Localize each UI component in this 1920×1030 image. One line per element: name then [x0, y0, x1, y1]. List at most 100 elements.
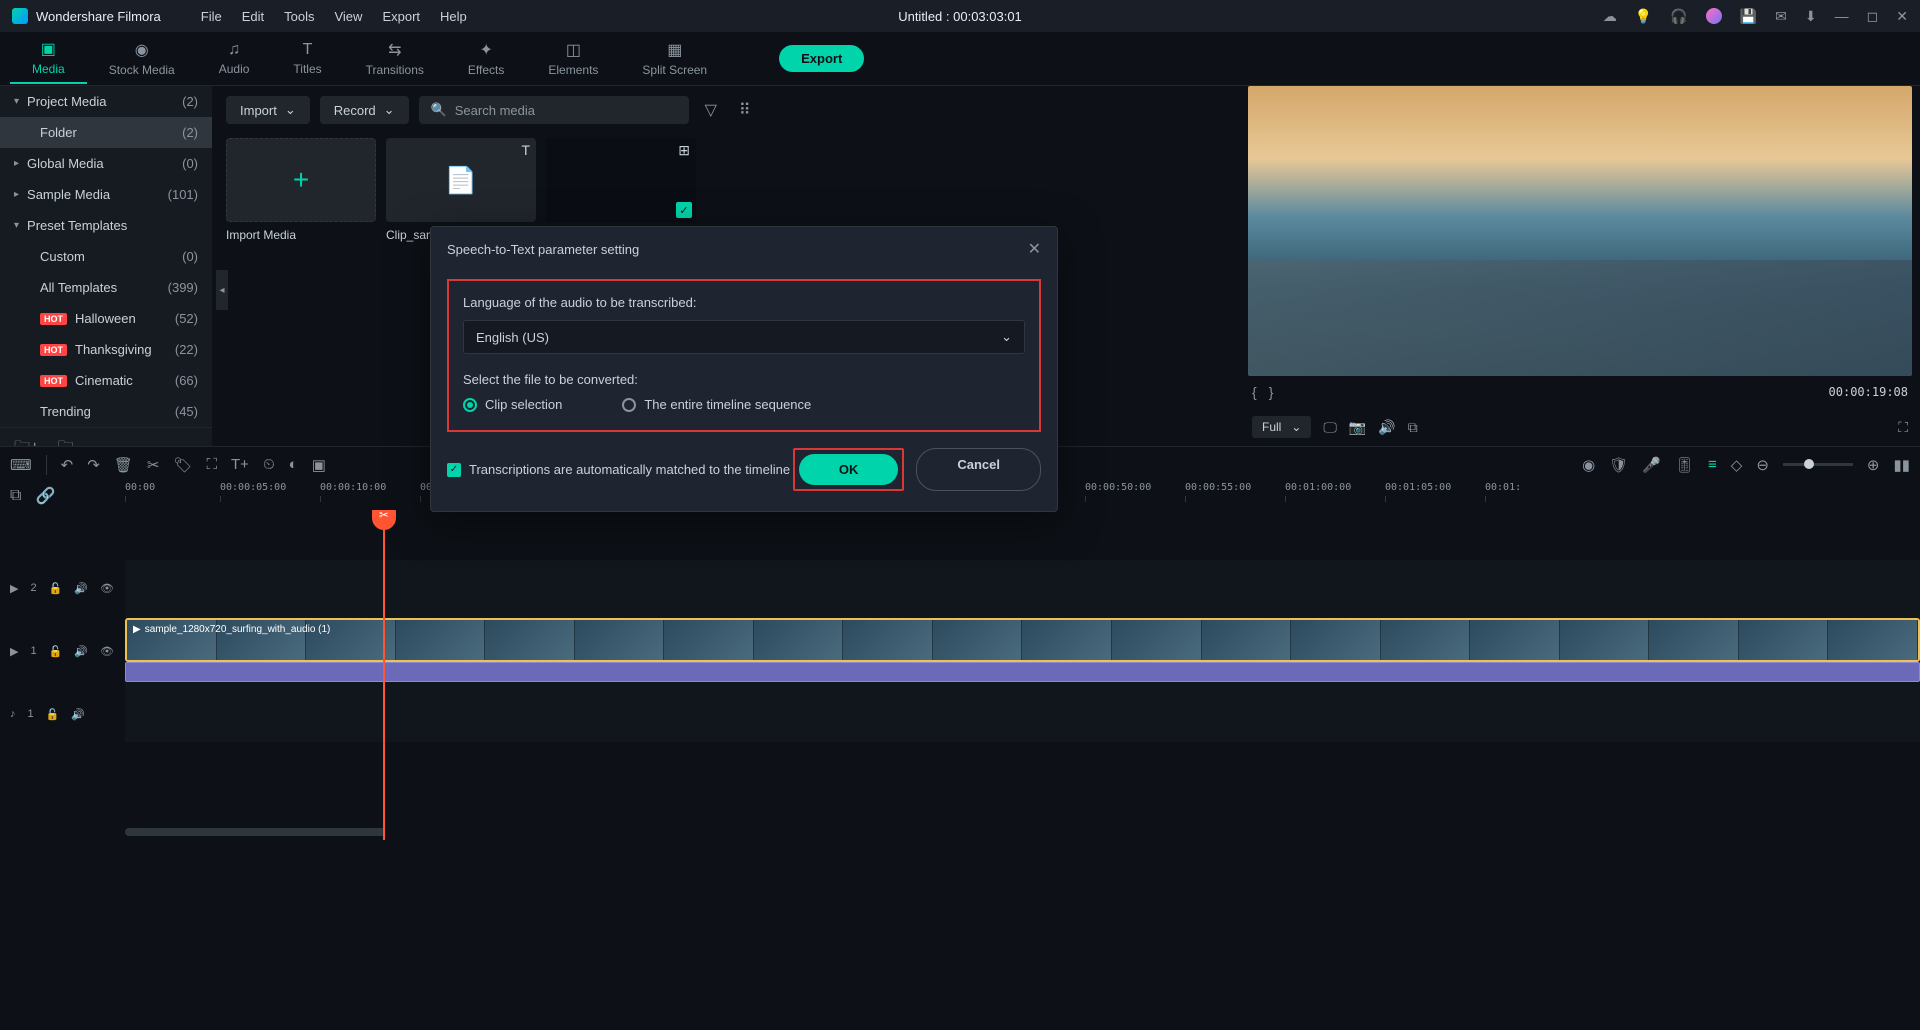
sidebar-item-halloween[interactable]: HOTHalloween(52) [0, 303, 212, 334]
tab-titles[interactable]: TTitles [271, 35, 343, 82]
ruler-tick: 00:01:00:00 [1285, 482, 1351, 493]
mail-icon[interactable]: ✉ [1775, 8, 1787, 25]
sidebar-item-trending[interactable]: Trending(45) [0, 396, 212, 427]
sidebar-item-count: (399) [168, 280, 198, 295]
cancel-button[interactable]: Cancel [916, 448, 1041, 491]
tab-media[interactable]: ▣Media [10, 33, 87, 84]
tab-elements[interactable]: ◫Elements [526, 34, 620, 83]
grid-view-icon[interactable]: ⠿ [733, 100, 757, 120]
sidebar-item-folder[interactable]: Folder(2) [0, 117, 212, 148]
video-clip[interactable]: ▶sample_1280x720_surfing_with_audio (1) [125, 618, 1920, 662]
lock-icon[interactable]: 🔓 [49, 645, 63, 658]
menu-edit[interactable]: Edit [232, 9, 274, 24]
volume-icon[interactable]: 🔊 [1378, 419, 1395, 436]
search-input[interactable]: 🔍Search media [419, 96, 689, 124]
import-media-tile[interactable]: + Import Media [226, 138, 376, 242]
delete-icon[interactable]: 🗑 [114, 456, 133, 474]
audio-waveform[interactable] [125, 662, 1920, 682]
bracket-open-icon[interactable]: { [1252, 384, 1257, 400]
link-icon[interactable]: 🔗 [35, 486, 55, 506]
sidebar-item-thanksgiving[interactable]: HOTThanksgiving(22) [0, 334, 212, 365]
avatar-icon[interactable] [1706, 8, 1722, 24]
fullscreen-icon[interactable]: ⛶ [1898, 419, 1908, 436]
keyboard-icon[interactable]: ⌨ [10, 456, 32, 474]
keyframe-icon[interactable]: ◇ [1731, 456, 1743, 474]
speed-icon[interactable]: ⏲ [263, 456, 275, 473]
close-icon[interactable]: ✕ [1896, 8, 1908, 25]
tab-split-screen[interactable]: ▦Split Screen [620, 34, 729, 83]
playhead[interactable] [383, 510, 385, 840]
elements-icon: ◫ [566, 40, 581, 60]
sidebar-item-sample-media[interactable]: ▸Sample Media(101) [0, 179, 212, 210]
monitor-icon[interactable]: 🖵 [1323, 419, 1337, 436]
fit-icon[interactable]: ▮▮ [1893, 456, 1910, 474]
lock-icon[interactable]: 🔓 [49, 582, 63, 595]
undo-icon[interactable]: ↶ [61, 456, 74, 474]
save-icon[interactable]: 💾 [1740, 8, 1757, 25]
menu-file[interactable]: File [191, 9, 232, 24]
tab-transitions[interactable]: ⇆Transitions [344, 34, 446, 83]
sidebar-item-preset-templates[interactable]: ▾Preset Templates [0, 210, 212, 241]
color-icon[interactable]: ◐ [289, 456, 298, 473]
minimize-icon[interactable]: — [1835, 8, 1849, 24]
sidebar-item-global-media[interactable]: ▸Global Media(0) [0, 148, 212, 179]
import-dropdown[interactable]: Import⌄ [226, 96, 310, 124]
maximize-icon[interactable]: ◻ [1867, 8, 1879, 25]
crop-icon[interactable]: ⛶ [206, 456, 217, 473]
timeline-scrollbar[interactable] [125, 828, 385, 836]
green-screen-icon[interactable]: ▣ [312, 456, 326, 474]
auto-match-checkbox[interactable]: ✓ Transcriptions are automatically match… [447, 462, 793, 477]
ok-button[interactable]: OK [799, 454, 899, 485]
zoom-in-icon[interactable]: ⊕ [1867, 456, 1880, 474]
lightbulb-icon[interactable]: 💡 [1635, 8, 1652, 25]
radio-clip-selection[interactable]: Clip selection [463, 397, 562, 412]
cut-icon[interactable]: ✂ [147, 456, 160, 474]
render-icon[interactable]: ◉ [1582, 456, 1595, 474]
filter-icon[interactable]: ▽ [699, 100, 723, 120]
collapse-sidebar-handle[interactable]: ◂ [216, 270, 228, 310]
audio-mixer-icon[interactable]: 🎚 [1675, 456, 1694, 474]
mute-icon[interactable]: 🔊 [74, 582, 88, 595]
menu-help[interactable]: Help [430, 9, 477, 24]
menu-tools[interactable]: Tools [274, 9, 324, 24]
new-folder-icon[interactable]: 🗀+ [14, 436, 39, 446]
sidebar-item-custom[interactable]: Custom(0) [0, 241, 212, 272]
visibility-icon[interactable]: 👁 [100, 582, 114, 595]
text-tool-icon[interactable]: T+ [231, 456, 249, 473]
folder-icon[interactable]: 🗀 [57, 436, 73, 446]
sidebar-item-project-media[interactable]: ▾Project Media(2) [0, 86, 212, 117]
tab-effects[interactable]: ✦Effects [446, 34, 526, 83]
marker-icon[interactable]: 🛡 [1609, 456, 1628, 474]
mute-icon[interactable]: 🔊 [74, 645, 88, 658]
layers-icon[interactable]: ⧉ [10, 487, 21, 505]
tab-audio[interactable]: ♫Audio [197, 35, 272, 82]
menu-view[interactable]: View [324, 9, 372, 24]
redo-icon[interactable]: ↷ [87, 456, 100, 474]
audio-beat-icon[interactable]: ≡ [1708, 456, 1717, 473]
tab-stock-media[interactable]: ◉Stock Media [87, 34, 197, 83]
voiceover-icon[interactable]: 🎤 [1642, 456, 1661, 474]
headphones-icon[interactable]: 🎧 [1670, 8, 1687, 25]
sidebar-item-cinematic[interactable]: HOTCinematic(66) [0, 365, 212, 396]
quality-dropdown[interactable]: Full⌄ [1252, 416, 1311, 438]
snapshot-icon[interactable]: 📷 [1349, 419, 1366, 436]
download-icon[interactable]: ⬇ [1805, 8, 1817, 25]
cloud-icon[interactable]: ☁ [1603, 8, 1617, 25]
pip-icon[interactable]: ⧉ [1408, 419, 1418, 436]
lock-icon[interactable]: 🔓 [46, 708, 60, 721]
mute-icon[interactable]: 🔊 [71, 708, 85, 721]
menu-export[interactable]: Export [372, 9, 430, 24]
chevron-icon: ▾ [14, 96, 19, 107]
visibility-icon[interactable]: 👁 [100, 645, 114, 658]
preview-video[interactable] [1248, 86, 1912, 376]
language-select[interactable]: English (US) ⌄ [463, 320, 1025, 354]
bracket-close-icon[interactable]: } [1269, 384, 1274, 400]
zoom-out-icon[interactable]: ⊖ [1756, 456, 1769, 474]
zoom-slider[interactable] [1783, 463, 1853, 466]
sidebar-item-all-templates[interactable]: All Templates(399) [0, 272, 212, 303]
record-dropdown[interactable]: Record⌄ [320, 96, 409, 124]
radio-entire-timeline[interactable]: The entire timeline sequence [622, 397, 811, 412]
tag-icon[interactable]: 🏷 [173, 456, 192, 474]
close-icon[interactable]: ✕ [1028, 239, 1041, 259]
export-button[interactable]: Export [779, 45, 864, 72]
